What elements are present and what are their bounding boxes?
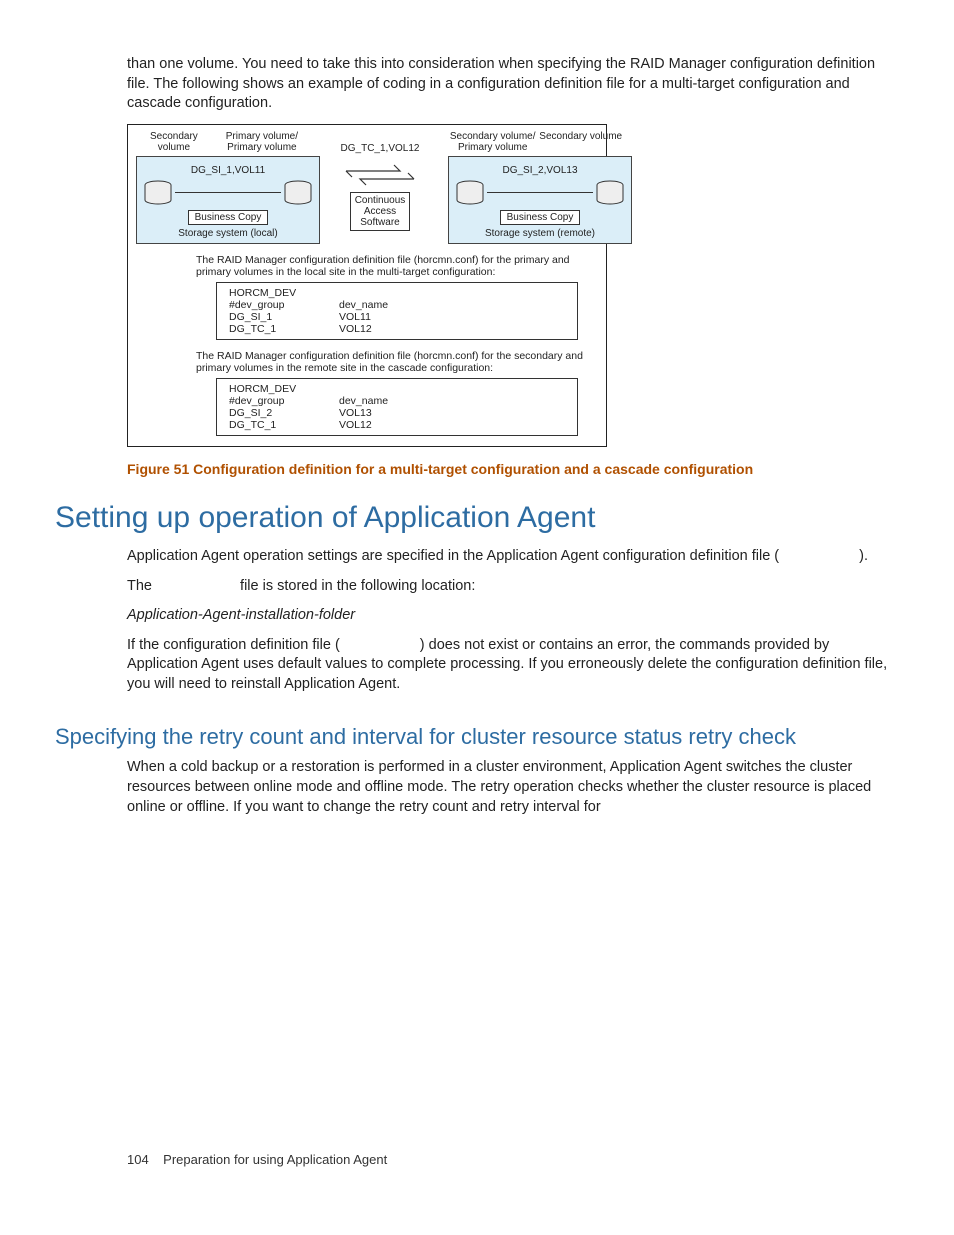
cas-label: Continuous Access Software: [350, 192, 411, 231]
p1b: ).: [859, 548, 868, 564]
page-footer: 104 Preparation for using Application Ag…: [127, 1152, 387, 1167]
conf1-desc: The RAID Manager configuration definitio…: [196, 254, 596, 279]
double-arrow-icon: [340, 160, 420, 190]
local-prim-label: Primary volume/ Primary volume: [226, 131, 298, 154]
p2: The file is stored in the following loca…: [127, 577, 889, 597]
p4: When a cold backup or a restoration is p…: [127, 758, 889, 817]
p2b: file is stored in the following location…: [236, 578, 475, 594]
figure-diagram: Secondary volume Primary volume/ Primary…: [127, 124, 607, 447]
conf1-r2c2: VOL12: [339, 323, 419, 335]
conf2-h2: dev_name: [339, 395, 419, 407]
remote-bc-label: Business Copy: [500, 210, 581, 225]
remote-sec-label: Secondary volume: [539, 131, 622, 154]
remote-storage-label: Storage system (remote): [455, 228, 625, 239]
subsection-heading: Specifying the retry count and interval …: [55, 724, 899, 750]
p1: Application Agent operation settings are…: [127, 547, 889, 567]
p3a: If the configuration definition file (: [127, 637, 340, 653]
cylinder-icon: [283, 180, 313, 206]
cylinder-icon: [143, 180, 173, 206]
conf2-r2c2: VOL12: [339, 419, 419, 431]
conf1-table: HORCM_DEV #dev_groupdev_name DG_SI_1VOL1…: [216, 282, 578, 340]
install-path: Application-Agent-installation-folder: [127, 606, 889, 626]
p2a: The: [127, 578, 156, 594]
conf2-desc: The RAID Manager configuration definitio…: [196, 350, 596, 375]
local-storage-label: Storage system (local): [143, 228, 313, 239]
cylinder-icon: [595, 180, 625, 206]
conf1-h2: dev_name: [339, 299, 419, 311]
mid-vol: DG_TC_1,VOL12: [341, 143, 420, 154]
intro-paragraph: than one volume. You need to take this i…: [127, 55, 889, 114]
footer-page-number: 104: [127, 1152, 149, 1167]
footer-chapter: Preparation for using Application Agent: [163, 1152, 387, 1167]
p3: If the configuration definition file () …: [127, 636, 889, 695]
remote-prim-label: Secondary volume/ Primary volume: [450, 131, 536, 154]
local-bc-label: Business Copy: [188, 210, 269, 225]
conf2-r1c2: VOL13: [339, 407, 419, 419]
conf2-table: HORCM_DEV #dev_groupdev_name DG_SI_2VOL1…: [216, 378, 578, 436]
conf1-l1: HORCM_DEV: [229, 287, 569, 299]
p1a: Application Agent operation settings are…: [127, 548, 779, 564]
conf2-r1c1: DG_SI_2: [229, 407, 339, 419]
figure-caption: Figure 51 Configuration definition for a…: [127, 461, 899, 477]
local-sec-label: Secondary volume: [150, 131, 198, 154]
cylinder-icon: [455, 180, 485, 206]
conf1-r1c1: DG_SI_1: [229, 311, 339, 323]
conf2-h1: #dev_group: [229, 395, 339, 407]
conf2-l1: HORCM_DEV: [229, 383, 569, 395]
section-heading: Setting up operation of Application Agen…: [55, 501, 899, 535]
conf2-r2c1: DG_TC_1: [229, 419, 339, 431]
conf1-r1c2: VOL11: [339, 311, 419, 323]
local-vol: DG_SI_1,VOL11: [143, 165, 313, 176]
conf1-r2c1: DG_TC_1: [229, 323, 339, 335]
conf1-h1: #dev_group: [229, 299, 339, 311]
remote-vol: DG_SI_2,VOL13: [455, 165, 625, 176]
